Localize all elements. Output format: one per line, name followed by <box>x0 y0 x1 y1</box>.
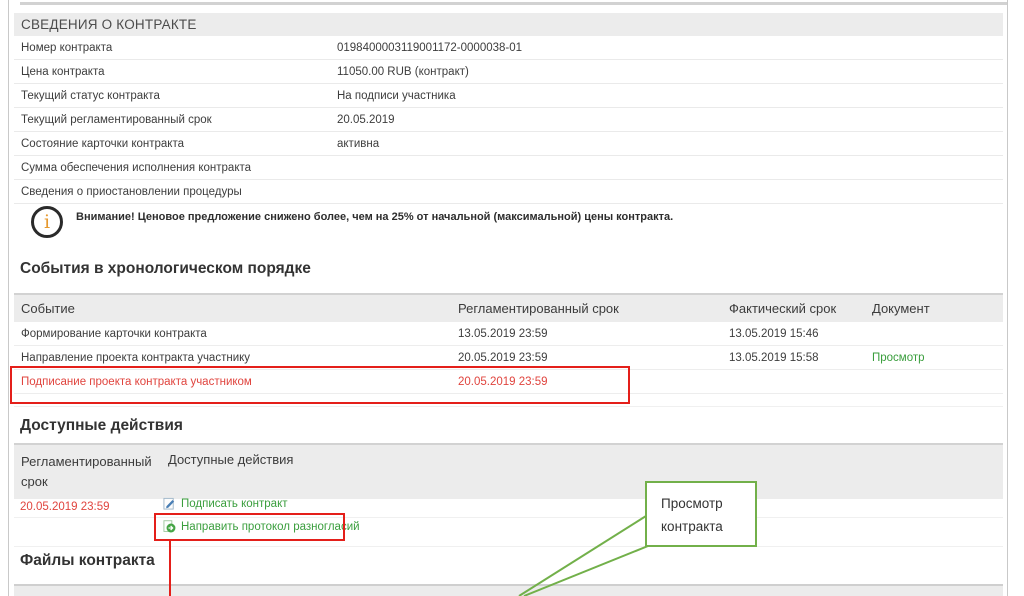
actions-section-title: Доступные действия <box>20 417 183 435</box>
row-divider <box>14 406 1003 407</box>
row-divider <box>14 546 1003 547</box>
column-header-actual-deadline: Фактический срок <box>729 301 836 316</box>
column-header-regulated-deadline: Регламентированный срок <box>21 452 156 492</box>
info-row-deadline: Текущий регламентированный срок 20.05.20… <box>14 108 1003 132</box>
contract-details-header-bar: СВЕДЕНИЯ О КОНТРАКТЕ <box>14 13 1003 36</box>
callout-view-contract: Просмотр контракта <box>645 481 757 547</box>
callout-text-line2: контракта <box>661 515 755 538</box>
files-table-header <box>14 586 1003 596</box>
annotation-highlight-signing-row <box>10 366 630 404</box>
info-label: Сумма обеспечения исполнения контракта <box>21 162 251 174</box>
info-row-card-state: Состояние карточки контракта активна <box>14 132 1003 156</box>
info-row-suspension: Сведения о приостановлении процедуры <box>14 180 1003 204</box>
left-page-border <box>8 0 9 596</box>
column-header-available-actions: Доступные действия <box>168 452 293 467</box>
info-row-number: Номер контракта 0198400003119001172-0000… <box>14 36 1003 60</box>
info-row-status: Текущий статус контракта На подписи учас… <box>14 84 1003 108</box>
info-value: 0198400003119001172-0000038-01 <box>337 42 522 54</box>
event-regulated-date: 13.05.2019 23:59 <box>458 328 548 340</box>
annotation-red-line <box>169 541 171 596</box>
event-regulated-date: 20.05.2019 23:59 <box>458 352 548 364</box>
event-name: Формирование карточки контракта <box>21 328 207 340</box>
column-header-regulated-deadline: Регламентированный срок <box>458 301 619 316</box>
info-label: Цена контракта <box>21 66 105 78</box>
column-header-event: Событие <box>21 301 75 316</box>
info-row-price: Цена контракта 11050.00 RUB (контракт) <box>14 60 1003 84</box>
info-label: Состояние карточки контракта <box>21 138 184 150</box>
info-label: Текущий регламентированный срок <box>21 114 212 126</box>
info-label: Номер контракта <box>21 42 112 54</box>
info-label: Текущий статус контракта <box>21 90 160 102</box>
warning-text: Внимание! Ценовое предложение снижено бо… <box>76 211 673 223</box>
view-document-link[interactable]: Просмотр <box>872 352 925 364</box>
info-value: активна <box>337 138 379 150</box>
sign-contract-label: Подписать контракт <box>181 498 288 510</box>
info-label: Сведения о приостановлении процедуры <box>21 186 242 198</box>
column-header-document: Документ <box>872 301 930 316</box>
event-actual-date: 13.05.2019 15:46 <box>729 328 819 340</box>
event-actual-date: 13.05.2019 15:58 <box>729 352 819 364</box>
event-row-card-created: Формирование карточки контракта 13.05.20… <box>14 322 1003 346</box>
events-table-header: Событие Регламентированный срок Фактичес… <box>14 295 1003 322</box>
action-deadline-value: 20.05.2019 23:59 <box>20 501 110 513</box>
contract-details-page: СВЕДЕНИЯ О КОНТРАКТЕ Номер контракта 019… <box>0 0 1024 596</box>
contract-info-table: Номер контракта 0198400003119001172-0000… <box>14 36 1003 204</box>
actions-table-header: Регламентированный срок Доступные действ… <box>14 445 1003 499</box>
page-title: СВЕДЕНИЯ О КОНТРАКТЕ <box>21 17 197 32</box>
callout-text-line1: Просмотр <box>661 492 755 515</box>
info-value: 20.05.2019 <box>337 114 395 126</box>
sign-contract-icon <box>163 497 176 510</box>
event-name: Направление проекта контракта участнику <box>21 352 250 364</box>
info-icon: i <box>31 206 63 238</box>
sign-contract-link[interactable]: Подписать контракт <box>163 497 288 510</box>
top-divider <box>20 2 1007 5</box>
info-value: На подписи участника <box>337 90 456 102</box>
annotation-highlight-send-protocol <box>154 513 345 541</box>
info-row-security-amount: Сумма обеспечения исполнения контракта <box>14 156 1003 180</box>
right-page-border <box>1007 0 1008 596</box>
events-section-title: События в хронологическом порядке <box>20 260 311 278</box>
files-section-title: Файлы контракта <box>20 552 155 570</box>
info-value: 11050.00 RUB (контракт) <box>337 66 469 78</box>
